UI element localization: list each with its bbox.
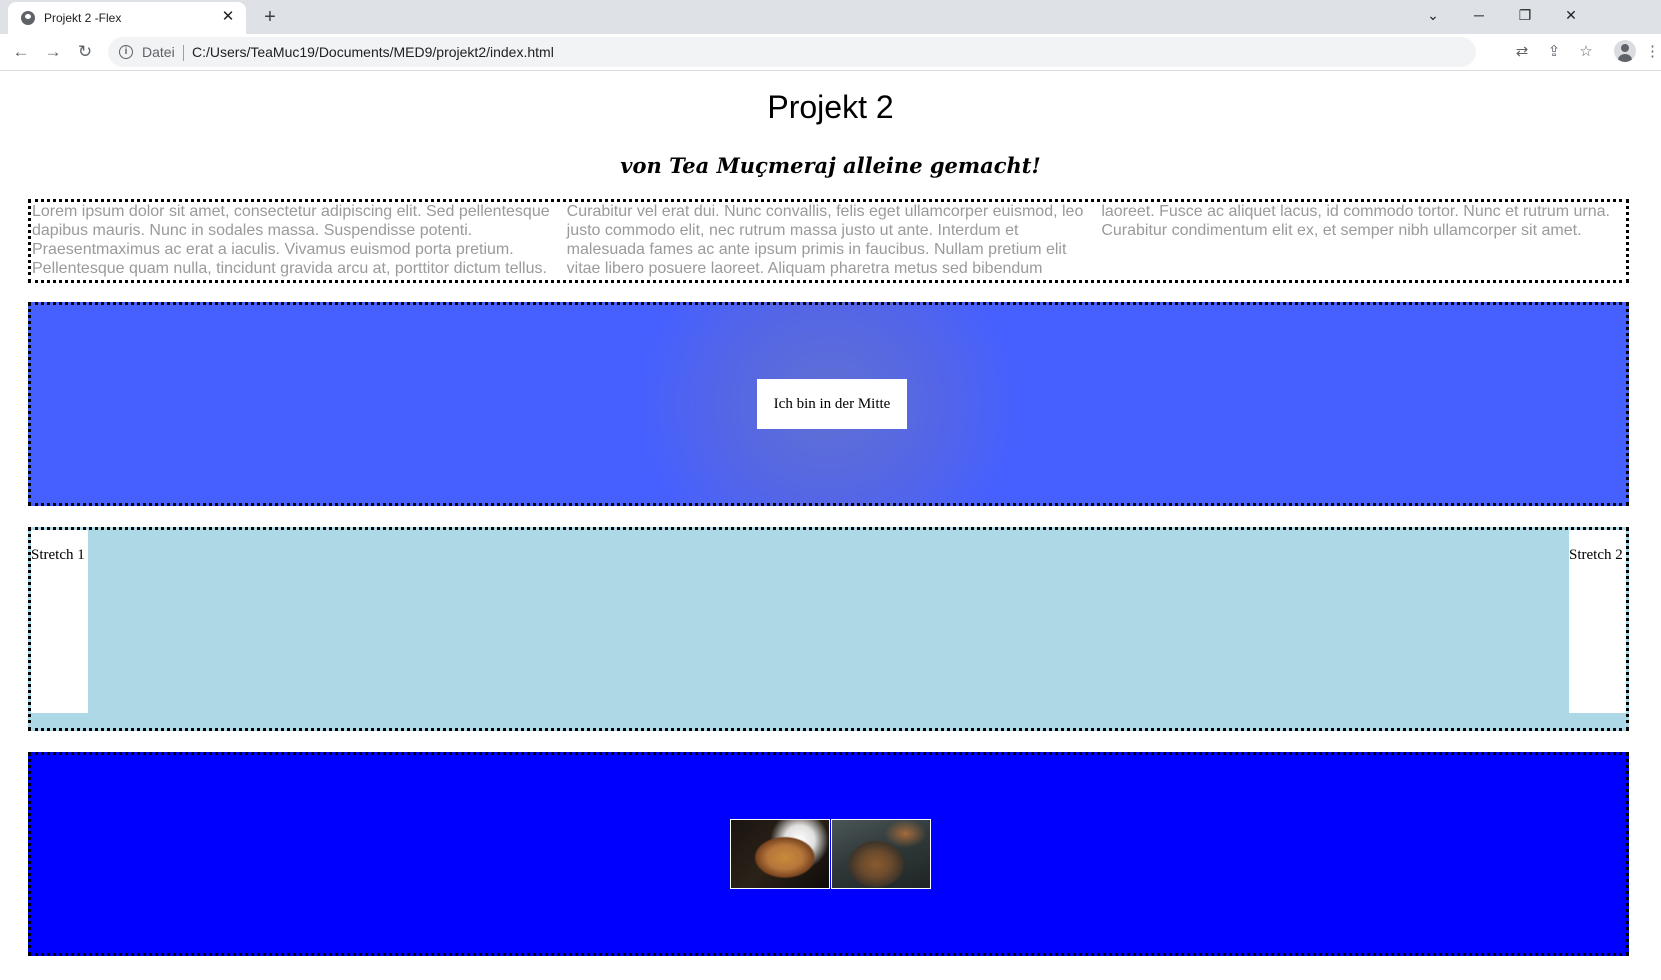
address-url[interactable]: C:/Users/TeaMuc19/Documents/MED9/projekt…	[192, 44, 554, 60]
info-icon[interactable]: i	[119, 45, 133, 59]
page-subtitle: von Tea Muçmeraj alleine gemacht!	[620, 153, 1041, 178]
back-icon[interactable]: ←	[9, 40, 33, 64]
tab-search-icon[interactable]: ⌄	[1410, 0, 1456, 30]
page-viewport: Projekt 2 von Tea Muçmeraj alleine gemac…	[0, 71, 1661, 980]
close-tab-icon[interactable]: ✕	[218, 7, 238, 27]
address-separator	[183, 45, 184, 61]
image-flex-section	[28, 752, 1629, 956]
address-scheme-label: Datei	[142, 44, 175, 60]
address-bar[interactable]: i Datei C:/Users/TeaMuc19/Documents/MED9…	[108, 37, 1476, 67]
globe-icon	[21, 11, 35, 25]
stretch-item-2: Stretch 2	[1569, 530, 1626, 713]
translate-icon[interactable]: ⇄	[1511, 41, 1533, 63]
reload-icon[interactable]: ↻	[73, 40, 97, 64]
pizza-image-2	[831, 819, 931, 889]
close-window-button[interactable]: ✕	[1548, 0, 1594, 30]
browser-tab[interactable]: Projekt 2 -Flex ✕	[8, 2, 246, 34]
lorem-text: Lorem ipsum dolor sit amet, consectetur …	[32, 203, 1610, 277]
forward-icon[interactable]: →	[41, 40, 65, 64]
page-title: Projekt 2	[767, 89, 894, 125]
pizza-image-1	[730, 819, 830, 889]
browser-toolbar: ← → ↻ i Datei C:/Users/TeaMuc19/Document…	[0, 34, 1661, 71]
profile-avatar[interactable]	[1614, 40, 1636, 62]
text-columns-section: Lorem ipsum dolor sit amet, consectetur …	[28, 199, 1629, 283]
share-icon[interactable]: ⇪	[1543, 41, 1565, 63]
center-flex-section: Ich bin in der Mitte	[28, 302, 1629, 506]
new-tab-button[interactable]: +	[258, 5, 282, 29]
menu-kebab-icon[interactable]: ⋮	[1645, 41, 1660, 63]
minimize-button[interactable]: ─	[1456, 0, 1502, 30]
tab-title: Projekt 2 -Flex	[44, 11, 122, 25]
center-box: Ich bin in der Mitte	[757, 379, 907, 429]
bookmark-star-icon[interactable]: ☆	[1575, 41, 1597, 63]
stretch-flex-section: Stretch 1 Stretch 2	[28, 527, 1629, 731]
restore-button[interactable]: ❐	[1502, 0, 1548, 30]
stretch-item-1: Stretch 1	[31, 530, 88, 713]
tab-strip: Projekt 2 -Flex ✕ + ⌄ ─ ❐ ✕	[0, 0, 1661, 34]
